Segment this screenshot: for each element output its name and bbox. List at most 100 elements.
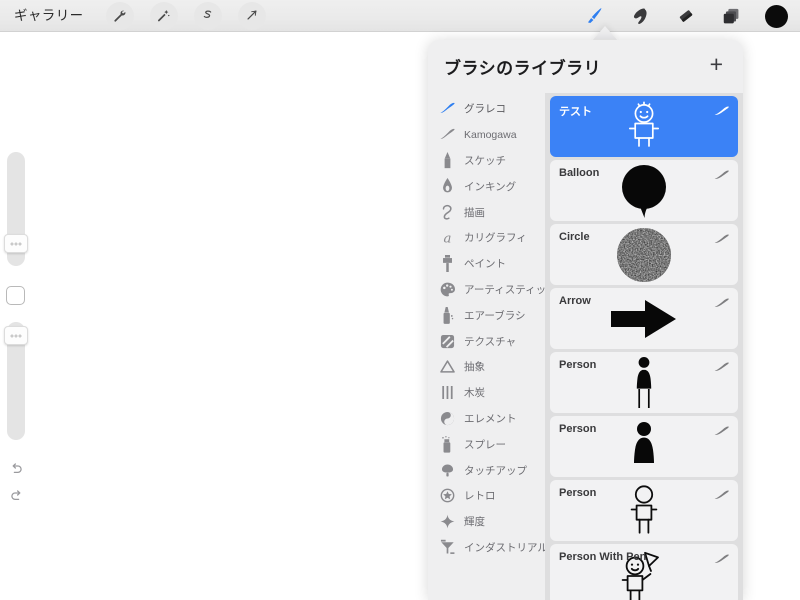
brush-list-item[interactable]: Balloon	[550, 160, 738, 221]
triangle-icon	[436, 357, 458, 377]
brush-category-item[interactable]: インキング	[428, 173, 545, 199]
ink-drop-icon	[436, 176, 458, 196]
brush-category-label: スケッチ	[464, 154, 506, 167]
brush-category-item[interactable]: レトロ	[428, 483, 545, 509]
brush-stroke-mark-icon	[713, 551, 730, 569]
transform-arrow-icon[interactable]	[237, 1, 266, 30]
brush-category-label: 抽象	[464, 361, 485, 374]
texture-icon	[436, 331, 458, 351]
brush-category-label: Kamogawa	[464, 128, 517, 141]
brush-stroke-mark-icon	[713, 423, 730, 441]
panel-body: グラレコ Kamogawa スケッチインキング描画 a カリグラフィ ペイントアーティステ…	[428, 93, 743, 600]
brush-stroke-icon	[436, 125, 458, 145]
pencil-icon	[436, 150, 458, 170]
brush-stroke-mark-icon	[713, 359, 730, 377]
brush-list-item[interactable]: Arrow	[550, 288, 738, 349]
brush-category-item[interactable]: ペイント	[428, 251, 545, 277]
brush-category-item[interactable]: エレメント	[428, 406, 545, 432]
brush-category-label: 木炭	[464, 387, 485, 400]
left-tool-group	[105, 1, 282, 30]
undo-button[interactable]	[5, 458, 27, 480]
gallery-button[interactable]: ギャラリー	[14, 9, 84, 23]
brush-stroke-mark-icon	[713, 295, 730, 313]
brush-name-label: テスト	[559, 106, 592, 118]
brush-category-item[interactable]: タッチアップ	[428, 457, 545, 483]
brush-category-label: レトロ	[464, 490, 496, 503]
brush-category-item[interactable]: グラレコ	[428, 96, 545, 122]
brush-category-item[interactable]: 抽象	[428, 354, 545, 380]
brush-category-item[interactable]: アーティスティック	[428, 277, 545, 303]
brush-category-item[interactable]: 木炭	[428, 380, 545, 406]
brush-category-item[interactable]: Kamogawa	[428, 122, 545, 148]
paint-brush-icon	[436, 254, 458, 274]
procreate-app-window: ギャラリー ブラシのライブラリ + グラレコ Kamogawa スケッチ インキ…	[0, 0, 800, 600]
brush-list-item[interactable]: Person	[550, 416, 738, 477]
palette-icon	[436, 279, 458, 299]
brush-stroke-icon	[436, 99, 458, 119]
charcoal-bars-icon	[436, 383, 458, 403]
modify-button[interactable]	[6, 286, 25, 305]
brush-category-label: インダストリアル	[464, 541, 545, 554]
brush-list-item[interactable]: Person	[550, 480, 738, 541]
brush-list-item[interactable]: Circle	[550, 224, 738, 285]
brush-item-list[interactable]: テスト Balloon Circle Arrow Person Person P…	[545, 93, 743, 600]
brush-list-item[interactable]: Person With Pen	[550, 544, 738, 600]
selection-s-icon[interactable]	[193, 1, 222, 30]
top-toolbar: ギャラリー	[0, 0, 800, 32]
sparkle-icon	[436, 512, 458, 532]
brush-library-panel: ブラシのライブラリ + グラレコ Kamogawa スケッチインキング描画 a カリグラ…	[428, 40, 743, 600]
smudge-icon[interactable]	[625, 1, 655, 31]
squiggle-icon	[436, 202, 458, 222]
brush-category-item[interactable]: a カリグラフィ	[428, 225, 545, 251]
brush-category-label: カリグラフィ	[464, 232, 527, 245]
color-swatch[interactable]	[765, 4, 788, 28]
brush-size-slider[interactable]	[4, 152, 28, 266]
brush-size-thumb[interactable]	[4, 234, 28, 253]
touchup-icon	[436, 460, 458, 480]
eraser-icon[interactable]	[671, 1, 701, 31]
spray-can-icon	[436, 434, 458, 454]
brush-category-label: 描画	[464, 206, 485, 219]
panel-title: ブラシのライブラリ	[444, 59, 602, 78]
brush-name-label: Arrow	[559, 295, 591, 307]
letter-a-icon: a	[436, 228, 458, 248]
brush-stroke-mark-icon	[713, 487, 730, 505]
redo-button[interactable]	[5, 485, 27, 507]
layers-icon[interactable]	[717, 1, 747, 31]
brush-category-item[interactable]: スプレー	[428, 431, 545, 457]
brush-stroke-mark-icon	[713, 103, 730, 121]
brush-list-item[interactable]: テスト	[550, 96, 738, 157]
brush-category-label: ペイント	[464, 258, 506, 271]
brush-name-label: Person With Pen	[559, 551, 647, 563]
brush-category-item[interactable]: エアーブラシ	[428, 302, 545, 328]
brush-name-label: Person	[559, 423, 597, 435]
brush-category-item[interactable]: 輝度	[428, 509, 545, 535]
brush-list-item[interactable]: Person	[550, 352, 738, 413]
opacity-thumb[interactable]	[4, 326, 28, 345]
brush-category-item[interactable]: インダストリアル	[428, 535, 545, 561]
brush-category-label: インキング	[464, 180, 517, 193]
brush-category-label: テクスチャ	[464, 335, 517, 348]
svg-text:a: a	[443, 231, 451, 246]
brush-name-label: Balloon	[559, 167, 600, 179]
brush-category-label: グラレコ	[464, 103, 506, 116]
brush-category-label: タッチアップ	[464, 464, 527, 477]
brush-name-label: Circle	[559, 231, 590, 243]
actions-wrench-icon[interactable]	[105, 1, 134, 30]
brush-stroke-mark-icon	[713, 231, 730, 249]
brush-name-label: Person	[559, 359, 597, 371]
add-brush-plus-icon[interactable]: +	[708, 53, 725, 80]
opacity-slider[interactable]	[4, 322, 28, 440]
retro-star-icon	[436, 486, 458, 506]
airbrush-icon	[436, 305, 458, 325]
panel-header: ブラシのライブラリ +	[428, 40, 743, 93]
brush-stroke-mark-icon	[713, 167, 730, 185]
adjustments-wand-icon[interactable]	[149, 1, 178, 30]
brush-category-item[interactable]: 描画	[428, 199, 545, 225]
brush-category-label: アーティスティック	[464, 283, 545, 296]
left-sidebar	[0, 140, 30, 520]
brush-category-list[interactable]: グラレコ Kamogawa スケッチインキング描画 a カリグラフィ ペイントアーティステ…	[428, 93, 545, 600]
brush-category-item[interactable]: スケッチ	[428, 148, 545, 174]
brush-category-label: エレメント	[464, 412, 517, 425]
brush-category-item[interactable]: テクスチャ	[428, 328, 545, 354]
